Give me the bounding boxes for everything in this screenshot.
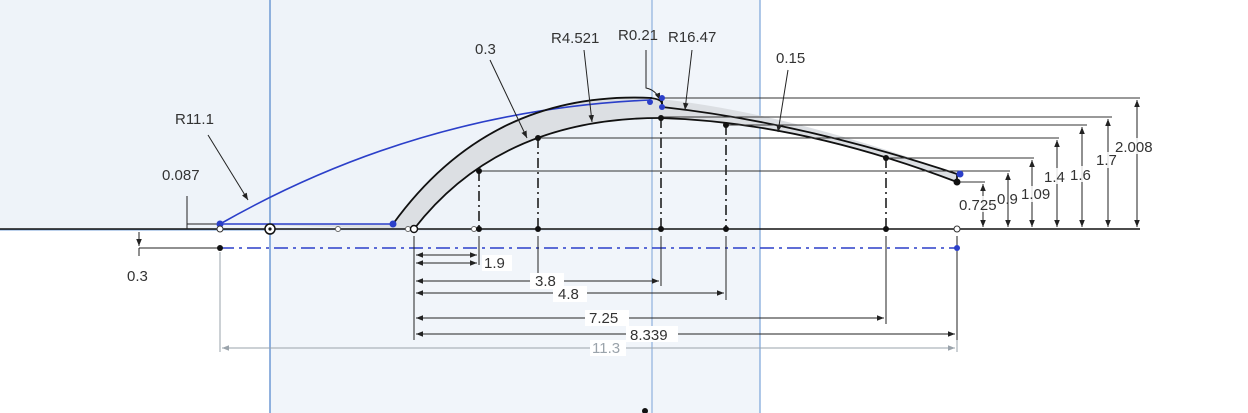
dim-r0-21[interactable]: R0.21 [618,27,658,44]
dim-r11-1[interactable]: R11.1 [175,111,214,128]
dim-3-8[interactable]: 3.8 [535,273,556,290]
dim-11-3-driven[interactable]: 11.3 [592,340,620,357]
dim-1-9[interactable]: 1.9 [484,255,505,272]
sketch-plane-right[interactable] [269,0,761,413]
dim-0-15[interactable]: 0.15 [776,50,805,67]
dim-1-7[interactable]: 1.7 [1096,152,1117,169]
dim-0-087[interactable]: 0.087 [162,167,200,184]
dim-8-339[interactable]: 8.339 [630,327,668,344]
dim-7-25[interactable]: 7.25 [589,310,618,327]
dim-r16-47[interactable]: R16.47 [668,29,716,46]
dim-0-3-left[interactable]: 0.3 [127,268,148,285]
dim-1-4[interactable]: 1.4 [1044,169,1065,186]
dim-0-725[interactable]: 0.725 [959,197,997,214]
dim-1-09[interactable]: 1.09 [1021,186,1050,203]
dim-0-9[interactable]: 0.9 [997,191,1018,208]
dim-r4-521[interactable]: R4.521 [551,30,599,47]
dim-0-3-top[interactable]: 0.3 [475,41,496,58]
dim-4-8[interactable]: 4.8 [558,286,579,303]
dim-2-008[interactable]: 2.008 [1115,139,1153,156]
sketch-canvas[interactable]: R11.1 0.087 0.3 0.3 R4.521 R0.21 R16.47 … [0,0,1248,413]
dim-1-6[interactable]: 1.6 [1070,167,1091,184]
